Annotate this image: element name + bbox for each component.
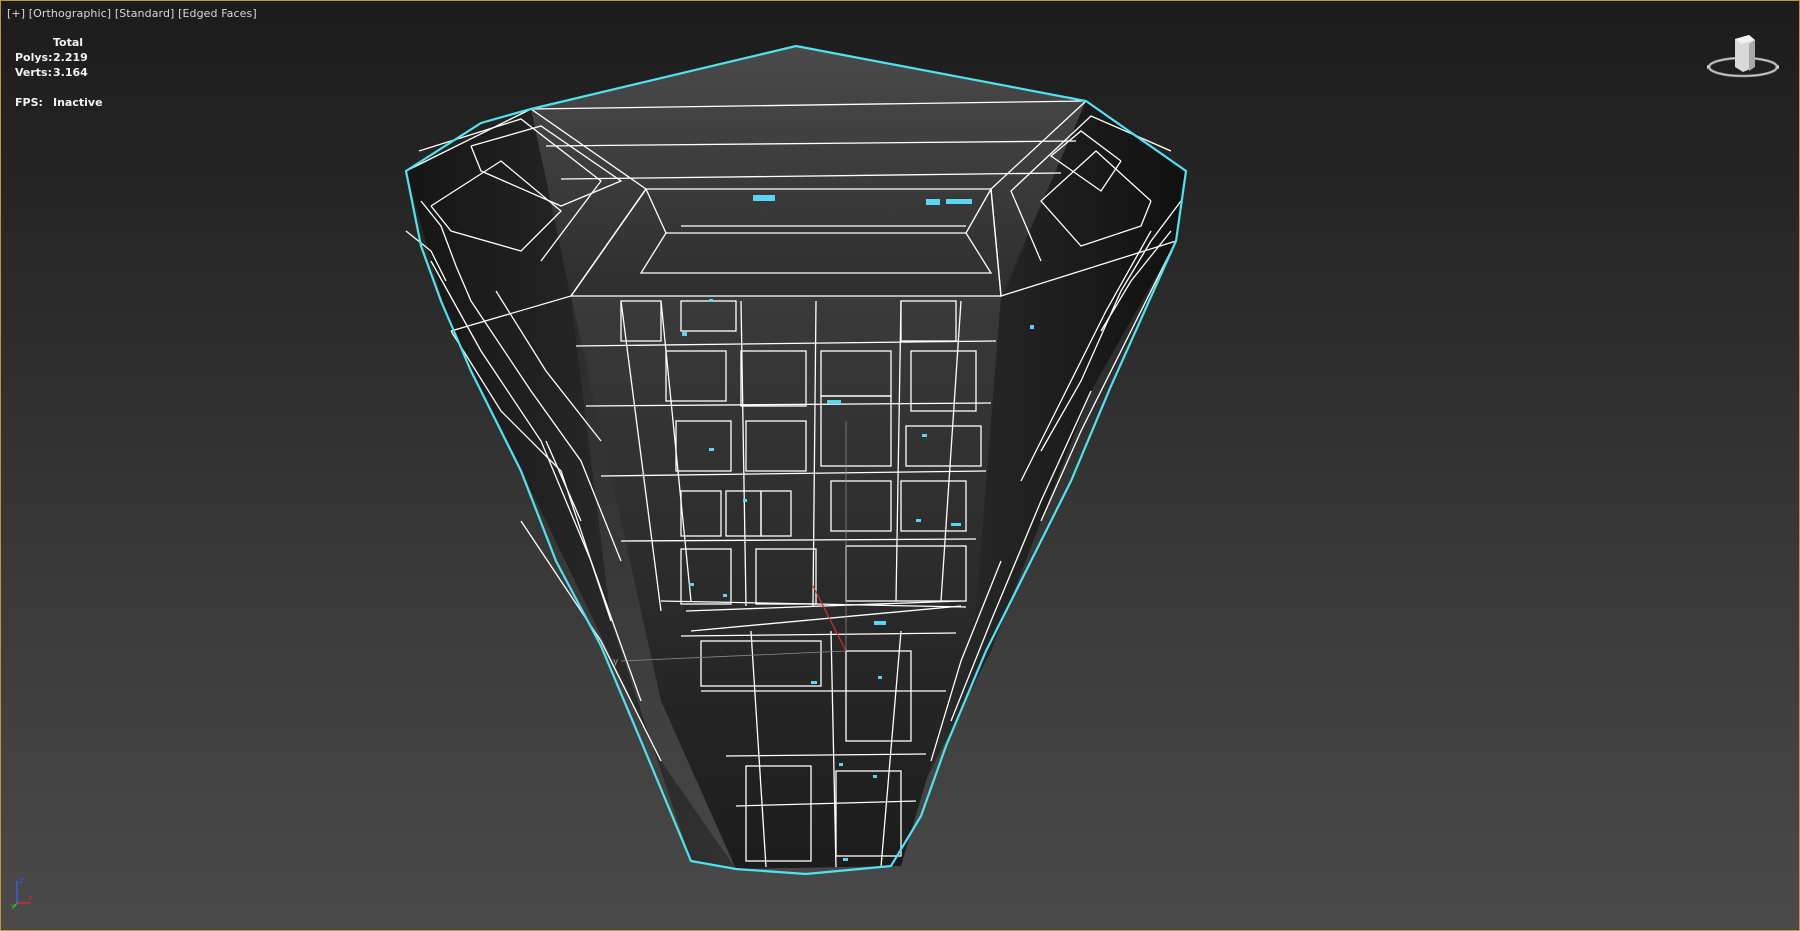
axis-y-label: y bbox=[11, 902, 15, 909]
scene-statistics: Total Polys: 2.219 Verts: 3.164 FPS: Ina… bbox=[15, 35, 103, 110]
fps-label: FPS: bbox=[15, 96, 43, 109]
viewport-menu-plus[interactable]: [+] bbox=[7, 7, 25, 20]
fps-value: Inactive bbox=[53, 96, 103, 109]
model-front-face bbox=[571, 296, 1001, 869]
viewport-menu-view[interactable]: [Orthographic] bbox=[29, 7, 111, 20]
stats-header: Total bbox=[53, 36, 84, 49]
model-top-face bbox=[531, 46, 1086, 296]
spaceship-model[interactable]: y bbox=[404, 44, 1188, 876]
scene-canvas[interactable]: y bbox=[1, 1, 1799, 930]
viewcube-icon[interactable] bbox=[1705, 31, 1781, 87]
viewport-label[interactable]: [+] [Orthographic] [Standard] [Edged Fac… bbox=[7, 7, 257, 20]
pivot-y-label: y bbox=[613, 657, 619, 667]
axis-tripod-icon: z x y bbox=[11, 876, 32, 909]
axis-z-label: z bbox=[19, 876, 23, 885]
polys-value: 2.219 bbox=[53, 51, 88, 64]
verts-label: Verts: bbox=[15, 66, 53, 79]
viewport-menu-mode[interactable]: [Edged Faces] bbox=[178, 7, 257, 20]
verts-value: 3.164 bbox=[53, 66, 88, 79]
axis-x-label: x bbox=[28, 894, 32, 902]
viewport-menu-shading[interactable]: [Standard] bbox=[115, 7, 175, 20]
polys-label: Polys: bbox=[15, 51, 53, 64]
perspective-viewport[interactable]: y [+] [Orthographic] [Standard] [Edged F… bbox=[0, 0, 1800, 931]
